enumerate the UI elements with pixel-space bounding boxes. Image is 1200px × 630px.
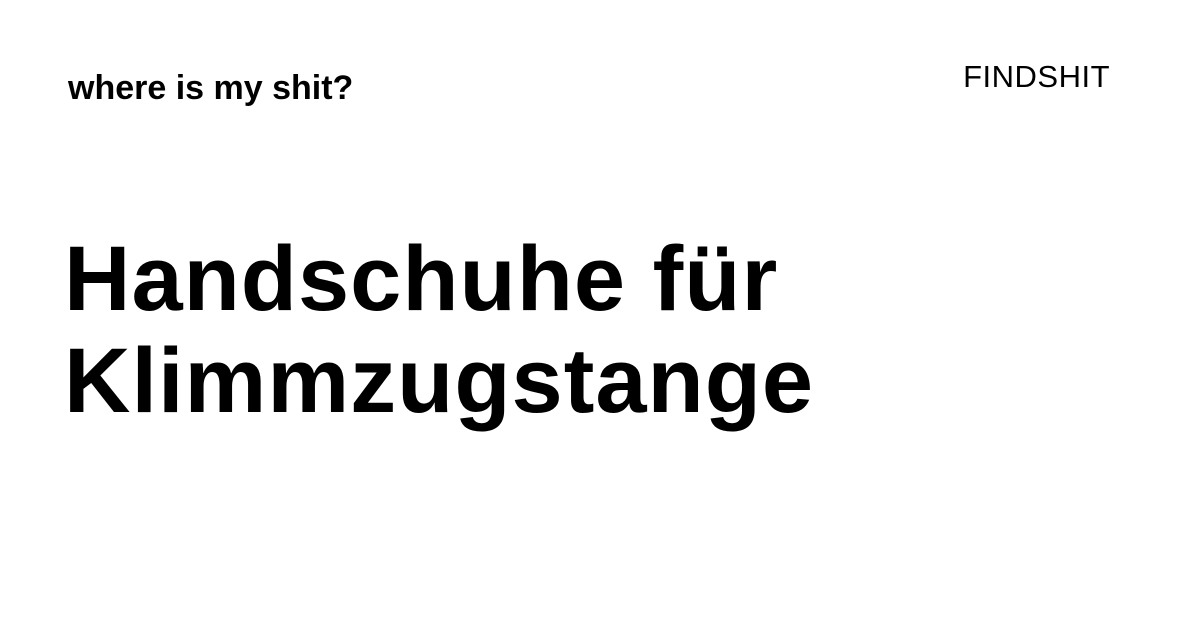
social-preview-card: where is my shit? FINDSHIT Handschuhe fü… <box>0 0 1200 630</box>
page-title-line-1: Handschuhe für <box>64 227 779 330</box>
brand-logo-text: FINDSHIT <box>963 59 1110 94</box>
tagline: where is my shit? <box>68 69 354 107</box>
page-title: Handschuhe für Klimmzugstange <box>64 228 1114 432</box>
page-title-line-2: Klimmzugstange <box>64 329 815 432</box>
